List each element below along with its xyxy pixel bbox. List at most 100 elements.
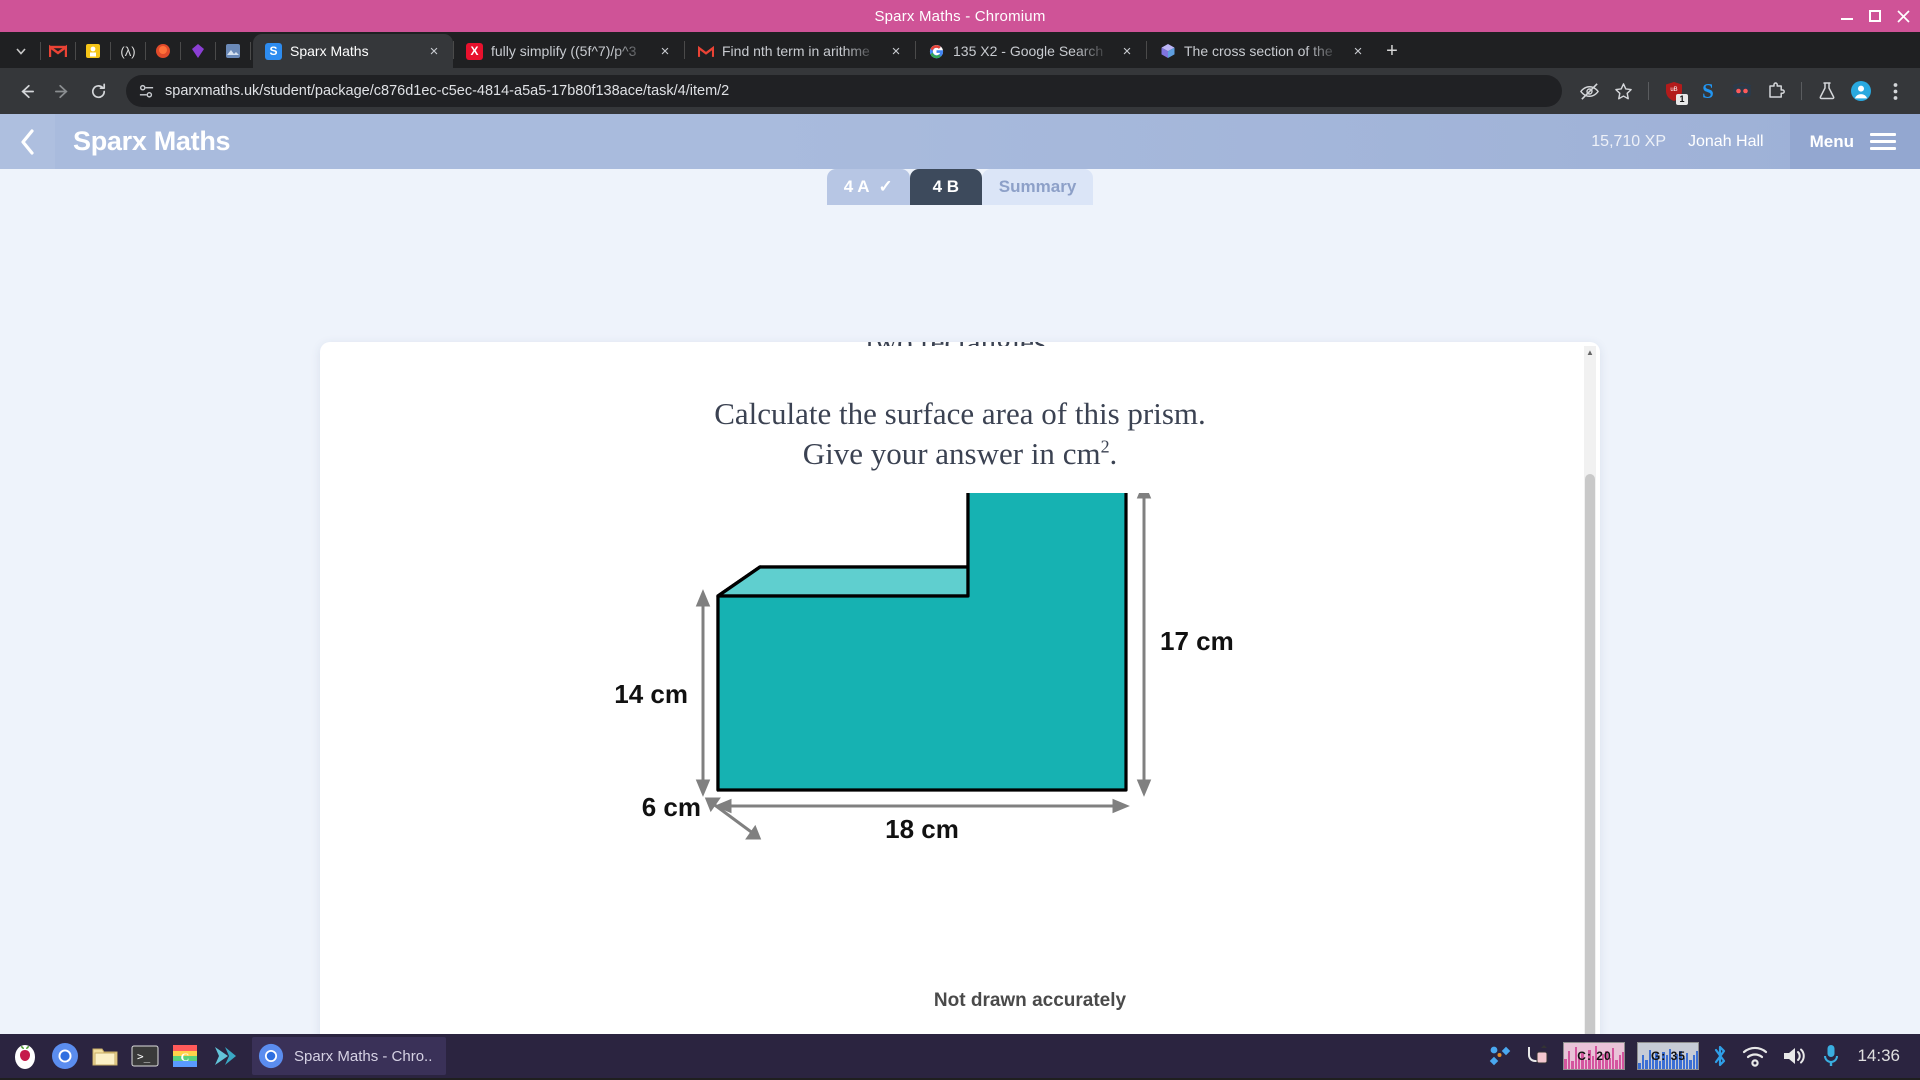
gmail-icon[interactable]	[43, 36, 73, 66]
taskbar-clock: 14:36	[1857, 1046, 1900, 1065]
back-button[interactable]	[10, 75, 42, 107]
usb-eject-icon[interactable]	[1525, 1044, 1551, 1068]
tab-favicon-cube-icon	[1159, 43, 1176, 60]
question-line-1: Calculate the surface area of this prism…	[714, 396, 1206, 431]
ublock-origin-icon[interactable]: uB 1	[1659, 76, 1689, 106]
chromium-icon[interactable]	[46, 1037, 84, 1075]
sparx-header: Sparx Maths 15,710 XP Jonah Hall Menu	[0, 114, 1920, 169]
browser-tab-0[interactable]: S Sparx Maths ×	[253, 34, 453, 68]
forward-button[interactable]	[46, 75, 78, 107]
divider	[145, 42, 146, 60]
prism-lower-top-face	[716, 565, 1012, 598]
quick-launch-icons: (λ)	[38, 34, 253, 68]
divider	[75, 42, 76, 60]
check-icon: ✓	[878, 177, 893, 196]
terminal-icon[interactable]: >_	[126, 1037, 164, 1075]
label-base-width: 18 cm	[885, 814, 959, 844]
sparx-header-right: 15,710 XP Jonah Hall Menu	[1591, 114, 1920, 169]
image-icon[interactable]	[78, 36, 108, 66]
tab-close-icon[interactable]: ×	[656, 44, 674, 59]
three-dot-menu-icon[interactable]	[1880, 76, 1910, 106]
sparx-page: Sparx Maths 15,710 XP Jonah Hall Menu 4 …	[0, 114, 1920, 1034]
label-right-height: 17 cm	[1160, 626, 1234, 656]
tab-close-icon[interactable]: ×	[425, 44, 443, 59]
photo-icon[interactable]	[218, 36, 248, 66]
tab-close-icon[interactable]: ×	[1349, 44, 1367, 59]
maximize-button[interactable]	[1868, 9, 1882, 23]
minimize-button[interactable]	[1840, 9, 1854, 23]
star-icon[interactable]	[1608, 76, 1638, 106]
menu-label: Menu	[1809, 131, 1854, 151]
gpu-label: G: 35	[1650, 1049, 1686, 1063]
reader-icon[interactable]	[1727, 76, 1757, 106]
label-depth: 6 cm	[642, 792, 701, 822]
tab-close-icon[interactable]: ×	[887, 44, 905, 59]
taskbar-window-title: Sparx Maths - Chro..	[294, 1047, 433, 1065]
tab-favicon-gmail-icon	[697, 43, 714, 60]
label-left-height: 14 cm	[614, 679, 688, 709]
firefox-icon[interactable]	[148, 36, 178, 66]
bluetooth-share-icon[interactable]	[1487, 1044, 1513, 1068]
address-bar[interactable]: sparxmaths.uk/student/package/c876d1ec-c…	[126, 75, 1562, 107]
vlc-icon[interactable]: C	[166, 1037, 204, 1075]
tab-favicon-sparx-icon: S	[265, 42, 282, 60]
chevron-left-icon[interactable]	[0, 114, 55, 169]
file-manager-icon[interactable]	[86, 1037, 124, 1075]
tab-favicon-google-icon	[928, 43, 945, 60]
reload-button[interactable]	[82, 75, 114, 107]
wifi-icon[interactable]	[1741, 1044, 1769, 1068]
unit-cm: cm	[1062, 435, 1101, 471]
ublock-badge-count: 1	[1676, 94, 1688, 105]
browser-tab-2[interactable]: Find nth term in arithme ×	[685, 34, 915, 68]
tab-search-chevron-down-icon[interactable]	[4, 34, 38, 68]
scrollbar-thumb[interactable]	[1585, 474, 1595, 1034]
close-button[interactable]	[1896, 9, 1910, 23]
prism-front-face	[716, 484, 1128, 792]
toolbar-icons: uB 1 S	[1574, 76, 1910, 106]
window-title: Sparx Maths - Chromium	[874, 7, 1046, 25]
eye-slash-icon[interactable]	[1574, 76, 1604, 106]
extensions-puzzle-icon[interactable]	[1761, 76, 1791, 106]
menu-button[interactable]: Menu	[1789, 114, 1920, 169]
tab-4a[interactable]: 4 A ✓	[826, 169, 910, 205]
divider	[250, 42, 251, 60]
tab-title: Sparx Maths	[290, 43, 369, 59]
bluetooth-icon[interactable]	[1711, 1043, 1729, 1069]
question-clipped-line: two rectangles.	[320, 342, 1600, 346]
sparx-logo: Sparx Maths	[73, 126, 231, 156]
flask-icon[interactable]	[1812, 76, 1842, 106]
browser-tab-4[interactable]: The cross section of the ×	[1147, 34, 1377, 68]
raspberry-pi-menu-icon[interactable]	[6, 1037, 44, 1075]
question-text: Calculate the surface area of this prism…	[320, 394, 1600, 473]
question-line-2: Give your answer in cm2.	[320, 434, 1600, 474]
divider	[110, 42, 111, 60]
sparx-extension-icon[interactable]: S	[1693, 76, 1723, 106]
function-icon[interactable]: (λ)	[113, 36, 143, 66]
taskbar-window-chromium[interactable]: Sparx Maths - Chro..	[252, 1037, 447, 1075]
tab-4b[interactable]: 4 B	[909, 169, 982, 205]
system-taskbar: >_ C Sparx Maths - Chro.. C: 20 G: 35 14…	[0, 1034, 1920, 1078]
hamburger-icon	[1870, 133, 1896, 150]
cpu-monitor[interactable]: C: 20	[1563, 1042, 1626, 1070]
window-controls	[1840, 0, 1910, 32]
gpu-monitor[interactable]: G: 35	[1637, 1042, 1700, 1070]
not-drawn-caption: Not drawn accurately	[933, 990, 1127, 1011]
window-title-bar: Sparx Maths - Chromium	[0, 0, 1920, 32]
divider	[215, 42, 216, 60]
gem-icon[interactable]	[183, 36, 213, 66]
tab-4b-label: 4 B	[932, 177, 960, 196]
microphone-icon[interactable]	[1821, 1043, 1841, 1069]
speaker-icon[interactable]	[1781, 1044, 1809, 1068]
browser-tab-1[interactable]: X fully simplify ((5f^7)/p^3 ×	[454, 34, 684, 68]
site-settings-icon[interactable]	[138, 83, 155, 100]
svg-text:>_: >_	[137, 1050, 151, 1063]
tab-summary[interactable]: Summary	[981, 169, 1094, 205]
scroll-up-arrow-icon[interactable]: ▲	[1584, 348, 1596, 357]
scrollbar-track[interactable]: ▲ ▼	[1584, 346, 1596, 1034]
tab-close-icon[interactable]: ×	[1118, 44, 1136, 59]
browser-tab-3[interactable]: 135 X2 - Google Search ×	[916, 34, 1146, 68]
new-tab-button[interactable]: +	[1377, 36, 1407, 66]
powershell-icon[interactable]	[206, 1037, 244, 1075]
profile-avatar-icon[interactable]	[1846, 76, 1876, 106]
xp-counter: 15,710 XP	[1591, 132, 1666, 150]
